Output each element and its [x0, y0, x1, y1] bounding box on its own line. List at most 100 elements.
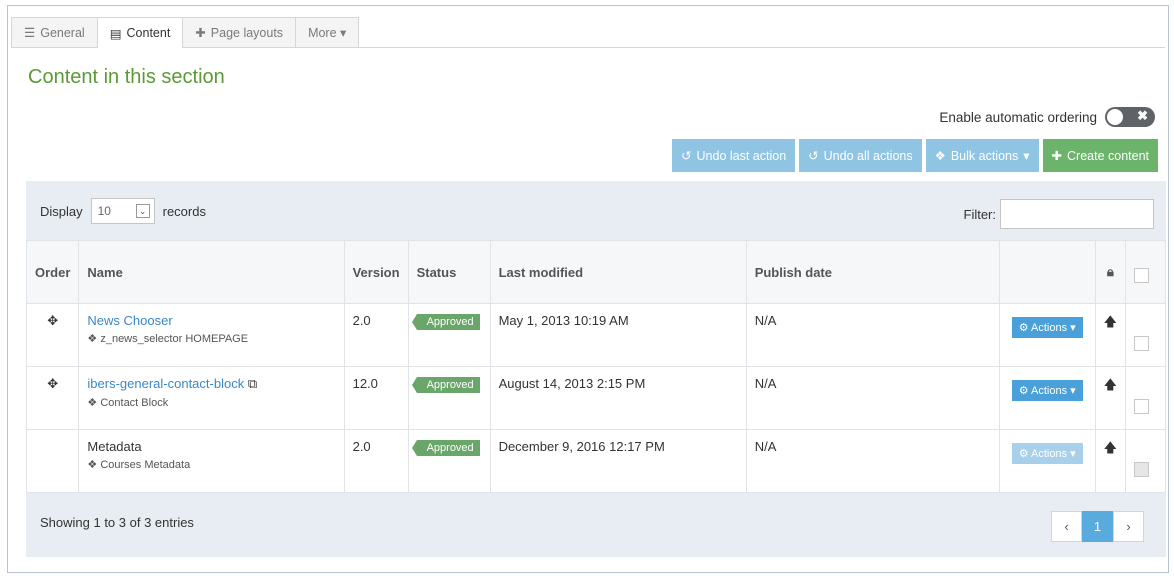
arrow-up-icon[interactable]: 🡅: [1104, 314, 1117, 329]
display-records: Display 10 ⌄ records: [40, 198, 206, 224]
gear-icon: ⚙: [1018, 385, 1029, 397]
row-name-link[interactable]: ibers-general-contact-block: [87, 376, 244, 391]
status-badge: Approved: [411, 314, 480, 330]
gear-icon: ⚙: [1018, 322, 1029, 334]
prev-page-button[interactable]: ‹: [1051, 511, 1082, 542]
lock-icon: 🔒︎: [1106, 264, 1114, 279]
records-per-page-select[interactable]: 10 ⌄: [90, 198, 155, 224]
actions-label: Actions: [1031, 322, 1068, 334]
tab-label: Content: [126, 26, 171, 40]
actions-label: Actions: [1031, 385, 1068, 397]
bulk-actions-button[interactable]: ❖ Bulk actions ▾: [925, 139, 1039, 172]
status-cell: Approved: [407, 303, 491, 367]
move-icon: ✥: [47, 376, 59, 391]
tab-label: Page layouts: [210, 25, 284, 40]
drag-handle-empty: [25, 429, 80, 493]
arrow-up-icon[interactable]: 🡅: [1104, 440, 1117, 455]
status-badge: Approved: [411, 440, 480, 456]
row-checkbox[interactable]: [1134, 336, 1149, 351]
select-cell: [1125, 303, 1166, 367]
auto-ordering-toggle[interactable]: ✖: [1105, 107, 1155, 127]
row-type-label: Contact Block: [100, 397, 169, 409]
col-last-modified[interactable]: Last modified: [489, 240, 747, 304]
undo-all-label: Undo all actions: [823, 148, 913, 163]
row-actions-button[interactable]: ⚙ Actions ▾: [1011, 317, 1083, 338]
tab-label: General: [40, 25, 85, 40]
sliders-icon: ☰: [24, 26, 36, 40]
col-select-all: [1125, 240, 1166, 304]
tab-page-layouts[interactable]: ✚ Page layouts: [182, 17, 297, 47]
col-lock: 🔒︎: [1094, 240, 1127, 304]
actions-cell: ⚙ Actions ▾: [998, 429, 1096, 493]
status-badge: Approved: [411, 377, 480, 393]
move-up-cell: 🡅: [1094, 429, 1127, 493]
version-cell: 2.0: [343, 429, 409, 493]
puzzle-icon: ✚: [195, 26, 206, 40]
display-label: Display: [40, 203, 83, 219]
col-actions: [998, 240, 1096, 304]
row-type: ❖ z_news_selector HOMEPAGE: [87, 332, 335, 345]
cubes-icon: ❖: [934, 149, 946, 163]
drag-handle[interactable]: ✥: [25, 366, 80, 430]
toolbar: ↺ Undo last action ↺ Undo all actions ❖ …: [672, 139, 1158, 172]
table-row: Metadata ❖ Courses Metadata 2.0 Approved…: [25, 429, 1166, 493]
status-cell: Approved: [407, 366, 491, 430]
select-cell: [1125, 366, 1166, 430]
row-actions-button[interactable]: ⚙ Actions ▾: [1011, 380, 1083, 401]
tab-bar: ☰ General ▤ Content ✚ Page layouts More …: [11, 17, 360, 48]
undo-all-actions-button[interactable]: ↺ Undo all actions: [799, 139, 922, 172]
undo-last-label: Undo last action: [696, 148, 787, 163]
filter-label: Filter:: [963, 206, 997, 222]
version-cell: 2.0: [343, 303, 409, 367]
row-type-label: z_news_selector HOMEPAGE: [100, 333, 249, 345]
row-actions-button: ⚙ Actions ▾: [1011, 443, 1083, 464]
actions-cell: ⚙ Actions ▾: [998, 303, 1096, 367]
row-name-wrap: ibers-general-contact-block ⧉: [87, 376, 335, 392]
tab-more[interactable]: More ▾: [295, 17, 360, 47]
col-publish-date[interactable]: Publish date: [745, 240, 1000, 304]
create-label: Create content: [1067, 148, 1149, 163]
row-type: ❖ Contact Block: [87, 396, 335, 409]
name-cell: News Chooser ❖ z_news_selector HOMEPAGE: [78, 303, 345, 367]
select-all-checkbox[interactable]: [1134, 267, 1149, 283]
modified-cell: August 14, 2013 2:15 PM: [489, 366, 747, 430]
plus-icon: ✚: [1051, 149, 1062, 163]
name-cell: ibers-general-contact-block ⧉ ❖ Contact …: [78, 366, 345, 430]
row-checkbox-disabled: [1134, 462, 1149, 477]
col-order[interactable]: Order: [25, 240, 80, 304]
row-checkbox[interactable]: [1134, 399, 1149, 414]
actions-label: Actions: [1031, 448, 1068, 460]
filter: Filter:: [963, 199, 1154, 229]
col-version[interactable]: Version: [343, 240, 409, 304]
table-header-row: Order Name Version Status Last modified …: [25, 240, 1166, 304]
publish-cell: N/A: [745, 366, 1000, 430]
modified-cell: December 9, 2016 12:17 PM: [489, 429, 747, 493]
undo-last-action-button[interactable]: ↺ Undo last action: [672, 139, 796, 172]
row-type-label: Courses Metadata: [100, 459, 191, 471]
arrow-up-icon[interactable]: 🡅: [1104, 377, 1117, 392]
name-cell: Metadata ❖ Courses Metadata: [78, 429, 345, 493]
page-title: Content in this section: [28, 66, 225, 88]
content-table-panel: Display 10 ⌄ records Filter: Order Name …: [25, 181, 1166, 557]
status-cell: Approved: [407, 429, 491, 493]
page-1-button[interactable]: 1: [1082, 511, 1113, 542]
move-icon: ✥: [47, 313, 59, 328]
close-icon: ✖: [1137, 108, 1148, 123]
tab-general[interactable]: ☰ General: [11, 17, 98, 47]
tab-content[interactable]: ▤ Content: [96, 17, 184, 48]
publish-cell: N/A: [745, 429, 1000, 493]
create-content-button[interactable]: ✚ Create content: [1042, 139, 1158, 172]
cubes-icon: ❖: [87, 397, 101, 409]
col-status[interactable]: Status: [407, 240, 491, 304]
tab-divider: [11, 47, 1165, 48]
filter-input[interactable]: [1000, 199, 1154, 229]
auto-ordering: Enable automatic ordering ✖: [939, 107, 1155, 127]
actions-cell: ⚙ Actions ▾: [998, 366, 1096, 430]
move-up-cell: 🡅: [1094, 303, 1127, 367]
next-page-button[interactable]: ›: [1113, 511, 1144, 542]
row-name-link[interactable]: News Chooser: [87, 313, 335, 328]
records-suffix: records: [162, 203, 206, 219]
drag-handle[interactable]: ✥: [25, 303, 80, 367]
col-name[interactable]: Name: [78, 240, 345, 304]
toggle-knob: [1107, 109, 1123, 125]
